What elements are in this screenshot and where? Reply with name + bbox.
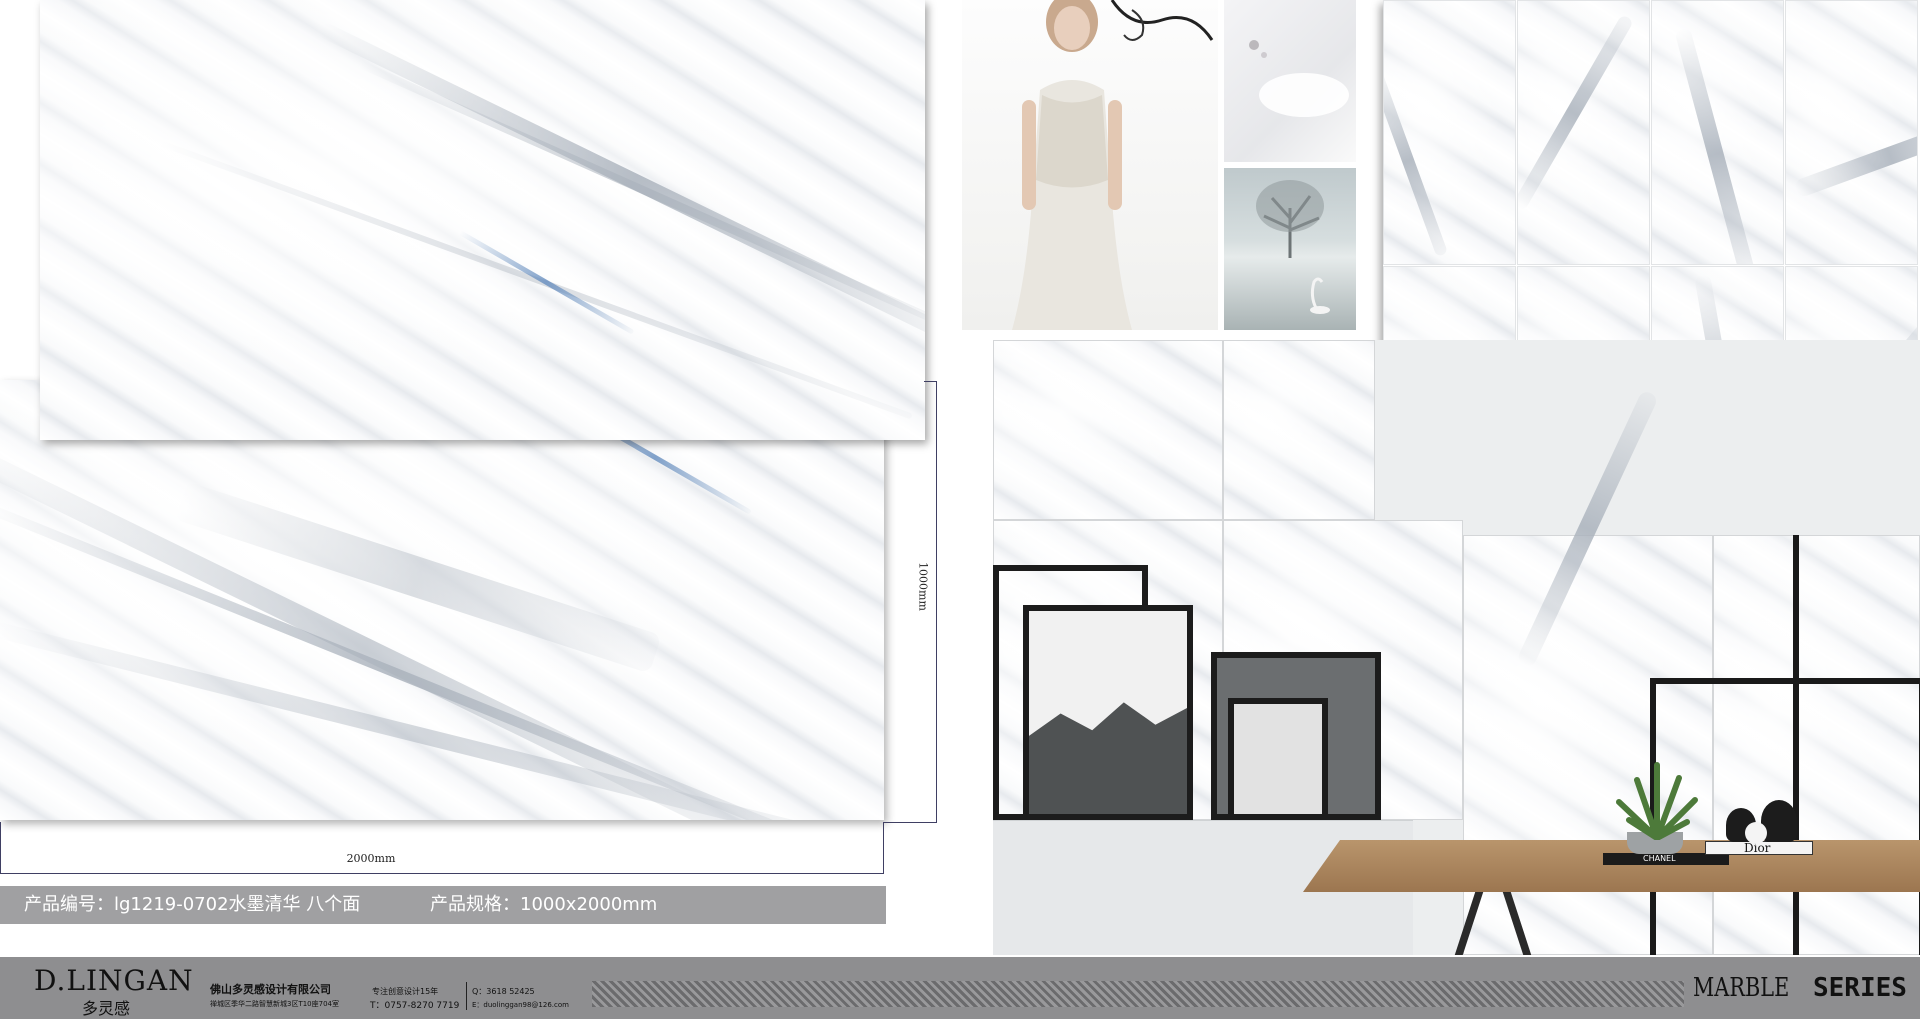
width-label: 2000mm bbox=[346, 852, 396, 865]
slab-vein bbox=[173, 480, 662, 674]
slab-vein bbox=[158, 140, 913, 420]
vase-white bbox=[1745, 822, 1767, 844]
slab-vein bbox=[0, 441, 774, 820]
feather-photo bbox=[1224, 0, 1356, 162]
interior-scene: CHANEL Dior bbox=[993, 340, 1920, 955]
height-dimension-tick bbox=[884, 822, 937, 823]
product-info-bar: 产品编号：lg1219-0702水墨清华 八个面 产品规格：1000x2000m… bbox=[0, 886, 886, 924]
product-spec: 产品规格：1000x2000mm bbox=[430, 894, 658, 915]
series-title: MARBLE SERIES bbox=[1693, 973, 1907, 1003]
height-dimension-line bbox=[936, 381, 937, 823]
marble-slab-detail bbox=[40, 0, 925, 440]
wooden-table bbox=[1303, 840, 1920, 892]
company-name: 佛山多灵感设计有限公司 bbox=[210, 983, 331, 996]
company-address: 禅城区季华二路智慧新城3区T10座704室 bbox=[210, 1000, 339, 1008]
bride-illustration bbox=[1012, 0, 1214, 330]
height-label: 1000mm bbox=[916, 562, 930, 611]
tile-piece bbox=[1785, 0, 1918, 265]
phone-text: T：0757-8270 7719 bbox=[370, 1001, 460, 1011]
art-frame-small bbox=[1228, 698, 1328, 820]
frame-stand bbox=[1793, 535, 1799, 955]
height-dimension-tick bbox=[924, 381, 937, 382]
footer-pattern-band bbox=[592, 981, 1684, 1007]
series-word-series: SERIES bbox=[1813, 973, 1907, 1003]
tile-piece bbox=[1517, 0, 1650, 265]
email-text: E：duolinggan98@126.com bbox=[472, 1001, 569, 1009]
marble-slab-full bbox=[0, 380, 884, 820]
slab-vein bbox=[0, 620, 866, 820]
series-word-marble: MARBLE bbox=[1693, 973, 1790, 1003]
width-dimension-tick bbox=[0, 822, 1, 874]
bride-photo bbox=[962, 0, 1218, 330]
brand-logo-chinese: 多灵感 bbox=[82, 999, 131, 1018]
slogan-text: 专注创意设计15年 bbox=[372, 987, 439, 996]
slab-vein-blue bbox=[458, 230, 635, 335]
feather-illustration bbox=[1249, 40, 1349, 117]
book-bottom-title: CHANEL bbox=[1643, 854, 1676, 863]
wall-panel bbox=[993, 340, 1223, 520]
swan-lake-photo bbox=[1224, 168, 1356, 330]
plant-icon bbox=[1616, 762, 1698, 840]
swan-illustration bbox=[1256, 180, 1330, 314]
brand-logo: D.LINGAN bbox=[34, 964, 194, 997]
tile-piece bbox=[1383, 0, 1516, 265]
product-code: 产品编号：lg1219-0702水墨清华 八个面 bbox=[24, 894, 361, 915]
wall-panel bbox=[1223, 340, 1375, 520]
tile-piece bbox=[1651, 0, 1784, 265]
width-dimension-tick bbox=[883, 822, 884, 874]
width-dimension-line bbox=[0, 873, 884, 874]
art-frame-cliff bbox=[1023, 605, 1193, 820]
footer-divider bbox=[466, 982, 467, 1010]
qq-text: Q：3618 52425 bbox=[472, 987, 535, 996]
